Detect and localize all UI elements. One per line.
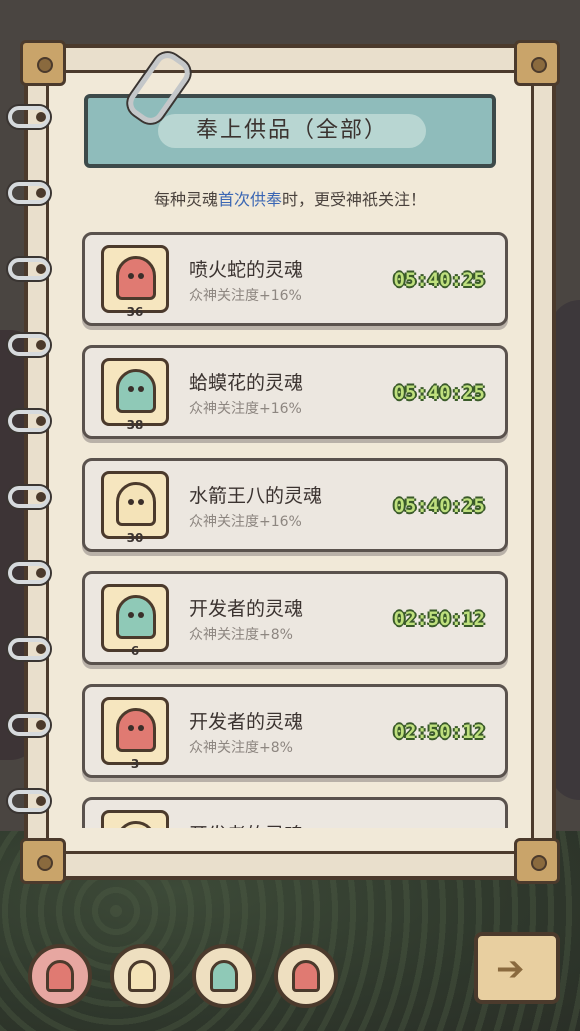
soul-name: 开发者的灵魂 — [189, 820, 303, 828]
filter-all-button[interactable] — [28, 944, 92, 1008]
soul-card[interactable]: 6 开发者的灵魂 众神关注度+8% 02:50:12 — [82, 571, 508, 665]
attention-bonus: 众神关注度+8% — [189, 740, 293, 756]
soul-count: 3 — [130, 757, 140, 771]
hint-highlight: 首次供奉 — [217, 190, 282, 209]
attention-bonus: 众神关注度+16% — [189, 514, 302, 530]
next-page-button[interactable]: ➔ — [474, 932, 560, 1004]
hint-text-pre: 每种灵魂 — [153, 190, 218, 209]
attention-bonus: 众神关注度+16% — [189, 401, 302, 417]
soul-name: 喷火蛇的灵魂 — [189, 259, 304, 281]
cream-ghost-icon — [116, 482, 156, 526]
countdown-timer: 02:50:12 — [393, 721, 485, 743]
teal-ghost-icon — [116, 369, 156, 413]
countdown-timer: 05:40:25 — [393, 382, 485, 404]
soul-portrait — [101, 810, 169, 828]
soul-portrait: 30 — [101, 471, 169, 545]
soul-count: 36 — [126, 305, 144, 319]
soul-list[interactable]: 36 喷火蛇的灵魂 众神关注度+16% 05:40:25 38 蛤蟆花的灵魂 众… — [82, 232, 510, 828]
binder-ring-icon — [8, 182, 50, 204]
offering-hint: 每种灵魂首次供奉时，更受神祇关注！ — [84, 186, 496, 210]
soul-name: 开发者的灵魂 — [189, 598, 304, 620]
red-ghost-icon — [116, 708, 156, 752]
cream-ghost-icon — [116, 821, 156, 828]
hint-text-post: 时，更受神祇关注！ — [282, 190, 427, 209]
binder-ring-icon — [8, 562, 50, 584]
corner-bracket-icon — [20, 40, 66, 86]
binder-ring-icon — [8, 486, 50, 508]
soul-card[interactable]: 36 喷火蛇的灵魂 众神关注度+16% 05:40:25 — [82, 232, 508, 326]
soul-portrait: 3 — [101, 697, 169, 771]
soul-portrait: 38 — [101, 358, 169, 432]
filter-teal-button[interactable] — [192, 944, 256, 1008]
soul-card[interactable]: 38 蛤蟆花的灵魂 众神关注度+16% 05:40:25 — [82, 345, 508, 439]
soul-count: 6 — [130, 644, 140, 658]
soul-portrait: 6 — [101, 584, 169, 658]
arrow-right-icon: ➔ — [496, 949, 525, 989]
soul-portrait: 36 — [101, 245, 169, 319]
soul-card[interactable]: 开发者的灵魂 — [82, 797, 508, 828]
corner-bracket-icon — [514, 838, 560, 884]
soul-card[interactable]: 30 水箭王八的灵魂 众神关注度+16% 05:40:25 — [82, 458, 508, 552]
binder-ring-icon — [8, 638, 50, 660]
soul-name: 蛤蟆花的灵魂 — [189, 372, 304, 394]
filter-red-button[interactable] — [274, 944, 338, 1008]
red-ghost-icon — [116, 256, 156, 300]
soul-name: 水箭王八的灵魂 — [189, 485, 323, 507]
countdown-timer: 05:40:25 — [393, 269, 485, 291]
binder-ring-icon — [8, 334, 50, 356]
corner-bracket-icon — [20, 838, 66, 884]
teal-ghost-icon — [116, 595, 156, 639]
filter-cream-button[interactable] — [110, 944, 174, 1008]
soul-card[interactable]: 3 开发者的灵魂 众神关注度+8% 02:50:12 — [82, 684, 508, 778]
binder-ring-icon — [8, 106, 50, 128]
binder-ring-icon — [8, 410, 50, 432]
teal-ghost-icon — [210, 960, 238, 992]
red-ghost-icon — [292, 960, 320, 992]
soul-count: 38 — [126, 418, 144, 432]
countdown-timer: 05:40:25 — [393, 495, 485, 517]
binder-ring-icon — [8, 714, 50, 736]
countdown-timer: 02:50:12 — [393, 608, 485, 630]
binder-ring-icon — [8, 790, 50, 812]
binder-ring-icon — [8, 258, 50, 280]
attention-bonus: 众神关注度+16% — [189, 288, 302, 304]
soul-count: 30 — [126, 531, 144, 545]
cream-ghost-icon — [128, 960, 156, 992]
corner-bracket-icon — [514, 40, 560, 86]
page-title: 奉上供品（全部） — [158, 114, 426, 148]
soul-name: 开发者的灵魂 — [189, 711, 304, 733]
attention-bonus: 众神关注度+8% — [189, 627, 293, 643]
all-souls-icon — [46, 960, 74, 992]
